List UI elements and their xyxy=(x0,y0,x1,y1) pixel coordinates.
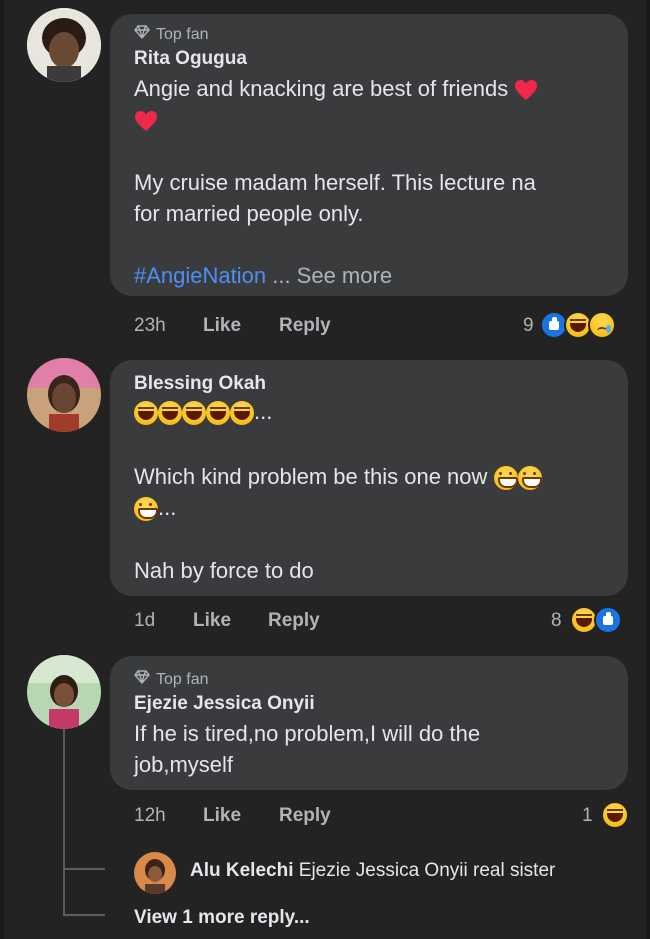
laugh-emoji xyxy=(230,401,254,426)
comments-panel: Top fan Rita Ogugua Angie and knacking a… xyxy=(4,0,646,939)
comment-text: Angie and knacking are best of friends xyxy=(134,73,538,104)
comment-time[interactable]: 23h xyxy=(134,315,166,337)
diamond-icon xyxy=(134,25,150,44)
like-button[interactable]: Like xyxy=(193,610,231,632)
reactions-summary[interactable] xyxy=(540,311,616,339)
commenter-name[interactable]: Blessing Okah xyxy=(134,373,266,395)
reply-author[interactable]: Alu Kelechi xyxy=(190,860,293,881)
reply-button[interactable]: Reply xyxy=(279,805,331,827)
reactions-summary[interactable] xyxy=(570,606,622,634)
reaction-count[interactable]: 9 xyxy=(523,315,534,337)
comment-time[interactable]: 1d xyxy=(134,610,155,632)
avatar[interactable] xyxy=(27,655,101,729)
top-fan-badge: Top fan xyxy=(134,25,208,44)
reaction-count[interactable]: 8 xyxy=(551,610,562,632)
like-button[interactable]: Like xyxy=(203,315,241,337)
commenter-name[interactable]: Ejezie Jessica Onyii xyxy=(134,693,315,715)
thread-line xyxy=(63,914,105,916)
heart-emoji xyxy=(134,110,158,132)
laugh-emoji xyxy=(182,401,206,426)
comment-text: My cruise madam herself. This lecture na xyxy=(134,170,536,195)
view-more-replies[interactable]: View 1 more reply... xyxy=(134,907,310,929)
diamond-icon xyxy=(134,670,150,689)
laugh-emoji xyxy=(134,401,158,426)
laugh-emoji xyxy=(206,401,230,426)
comment-text: for married people only. xyxy=(134,201,364,226)
comment-emoji-line: ... xyxy=(134,396,272,427)
like-reaction-icon xyxy=(594,606,622,634)
avatar[interactable] xyxy=(134,852,176,894)
reply-button[interactable]: Reply xyxy=(268,610,320,632)
heart-emoji xyxy=(514,79,538,101)
grin-emoji xyxy=(493,466,518,491)
reply-preview[interactable]: Alu Kelechi Ejezie Jessica Onyii real si… xyxy=(190,860,555,882)
grin-emoji xyxy=(517,466,542,491)
sad-reaction-icon xyxy=(588,311,616,339)
laugh-emoji xyxy=(158,401,182,426)
thread-line xyxy=(63,868,105,870)
top-fan-badge: Top fan xyxy=(134,670,208,689)
comment-text: If he is tired,no problem,I will do the xyxy=(134,721,481,746)
comment-text: job,myself xyxy=(134,752,234,777)
reply-button[interactable]: Reply xyxy=(279,315,331,337)
like-button[interactable]: Like xyxy=(203,805,241,827)
comment-text: Nah by force to do xyxy=(134,558,314,583)
avatar[interactable] xyxy=(27,8,101,82)
commenter-name[interactable]: Rita Ogugua xyxy=(134,48,247,70)
see-more-link[interactable]: ... See more xyxy=(266,263,392,288)
comment-text: Which kind problem be this one now xyxy=(134,461,542,492)
comment-time[interactable]: 12h xyxy=(134,805,166,827)
avatar[interactable] xyxy=(27,358,101,432)
grin-emoji xyxy=(134,497,158,522)
reactions-summary[interactable] xyxy=(601,801,629,829)
haha-reaction-icon xyxy=(601,801,629,829)
thread-line xyxy=(63,720,65,916)
hashtag-link[interactable]: #AngieNation xyxy=(134,263,266,288)
reply-text: Ejezie Jessica Onyii real sister xyxy=(298,860,556,881)
reaction-count[interactable]: 1 xyxy=(582,805,593,827)
